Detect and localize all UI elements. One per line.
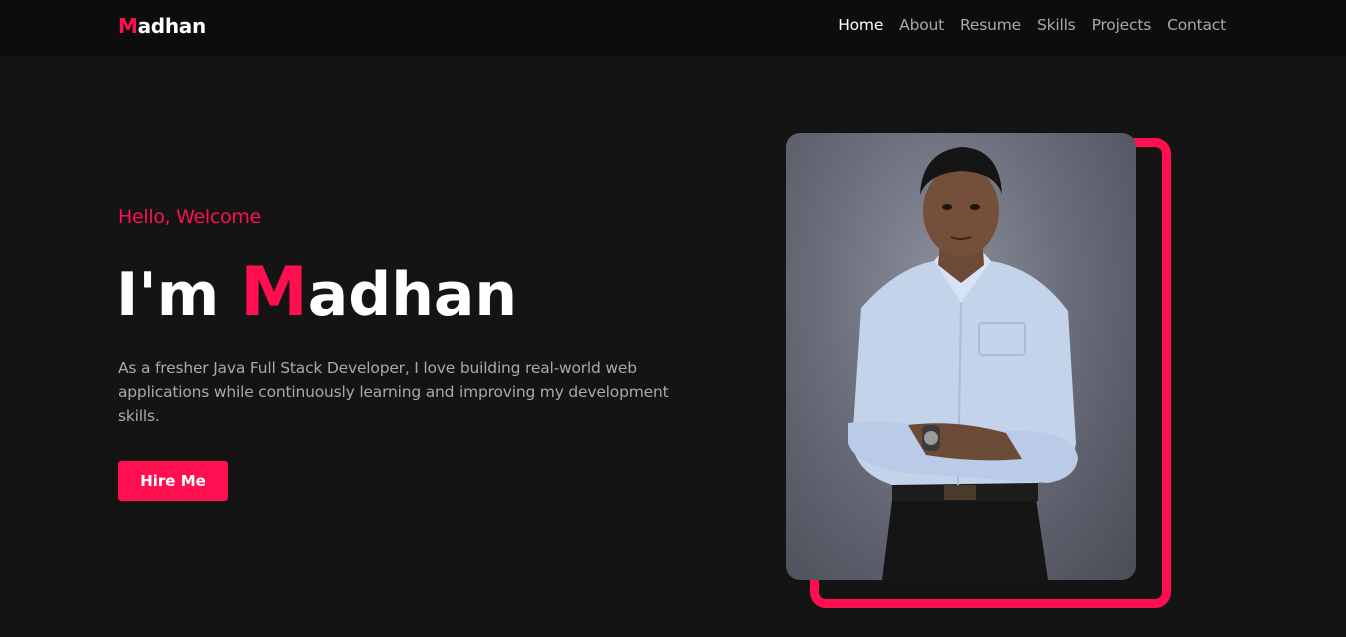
navbar: Madhan Home About Resume Skills Projects… <box>0 0 1346 56</box>
profile-photo-illustration <box>848 147 1078 580</box>
hero-intro: As a fresher Java Full Stack Developer, … <box>118 359 669 425</box>
nav-link-about[interactable]: About <box>899 16 944 34</box>
nav-link-contact[interactable]: Contact <box>1167 16 1226 34</box>
logo-initial: M <box>118 14 138 38</box>
hero-headline: I'm Madhan <box>116 252 517 336</box>
nav-menu: Home About Resume Skills Projects Contac… <box>838 15 1226 34</box>
headline-initial: M <box>240 253 308 332</box>
headline-rest: adhan <box>307 260 518 330</box>
logo-rest: adhan <box>137 14 207 38</box>
logo-link[interactable]: Madhan <box>118 14 206 38</box>
hire-me-button[interactable]: Hire Me <box>118 461 228 501</box>
nav-link-skills[interactable]: Skills <box>1037 16 1076 34</box>
nav-link-projects[interactable]: Projects <box>1092 16 1152 34</box>
nav-link-home[interactable]: Home <box>838 16 883 34</box>
profile-photo <box>786 133 1136 580</box>
nav-link-resume[interactable]: Resume <box>960 16 1021 34</box>
hero-greeting: Hello, Welcome <box>118 206 261 228</box>
headline-prefix: I'm <box>116 260 241 330</box>
